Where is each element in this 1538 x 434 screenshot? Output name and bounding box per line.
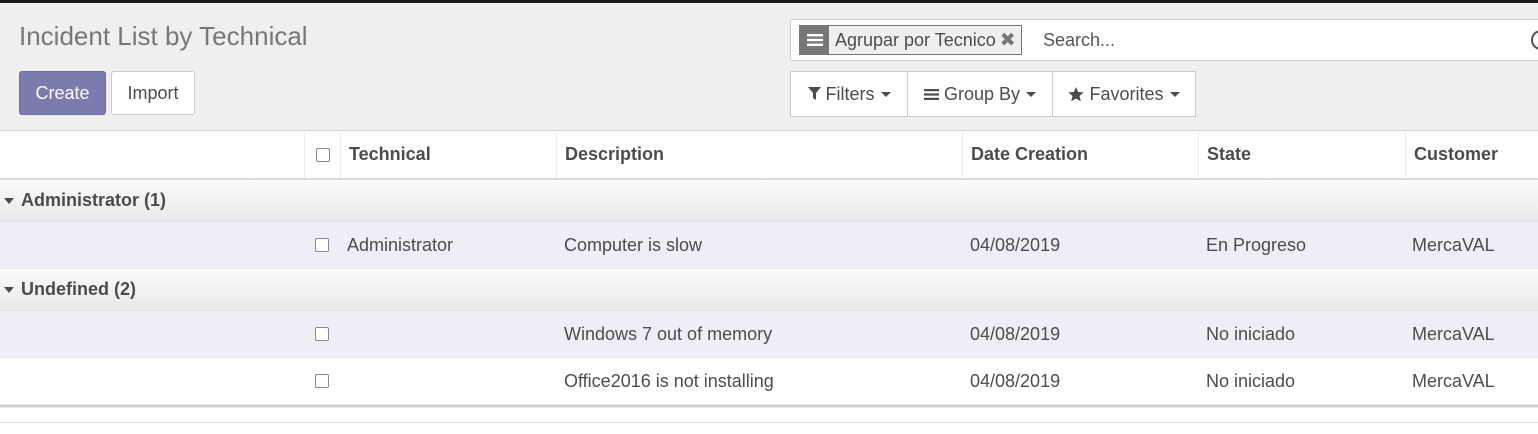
cell-description: Windows 7 out of memory [564,323,773,344]
cell-state: En Progreso [1206,234,1307,255]
chevron-down-icon [1169,91,1180,97]
cell-date-creation: 04/08/2019 [970,370,1061,391]
cell-technical: Administrator [347,234,454,255]
favorites-button[interactable]: Favorites [1052,71,1196,117]
row-checkbox[interactable] [315,374,329,388]
chevron-down-icon [880,91,891,97]
search-bar: Agrupar por Tecnico ✖ [790,19,1538,61]
incident-list: Technical Description Date Creation Stat… [0,131,1538,405]
row-checkbox[interactable] [315,238,329,252]
cell-customer: MercaVAL [1412,234,1495,255]
group-row-administrator[interactable]: Administrator (1) [0,180,1538,222]
column-header-state[interactable]: State [1198,131,1405,178]
select-all-checkbox[interactable] [315,147,330,162]
filter-icon [807,87,821,101]
row-checkbox[interactable] [315,327,329,341]
group-header: Undefined (2) [0,269,600,310]
group-row-undefined[interactable]: Undefined (2) [0,269,1538,311]
star-icon [1068,86,1085,102]
search-options: Filters Group By Favorites [790,71,1196,119]
column-header-customer[interactable]: Customer [1405,131,1538,178]
search-input[interactable] [1043,25,1503,55]
page-title: Incident List by Technical [19,21,308,51]
cell-description: Computer is slow [564,234,703,255]
column-header-technical[interactable]: Technical [340,131,556,178]
create-button[interactable]: Create [19,71,106,115]
search-facet: Agrupar por Tecnico ✖ [799,25,1022,55]
close-icon[interactable]: ✖ [1000,31,1021,50]
group-by-label: Group By [943,83,1021,104]
column-header-date-creation[interactable]: Date Creation [962,131,1198,178]
table-footer [0,407,1538,434]
filters-button[interactable]: Filters [790,71,908,117]
table-row[interactable]: Administrator Computer is slow 04/08/201… [0,222,1538,269]
table-row[interactable]: Office2016 is not installing 04/08/2019 … [0,358,1538,405]
row-checkbox-cell [304,222,340,268]
row-checkbox-cell [304,311,340,357]
caret-down-icon [4,286,14,293]
select-all-cell [304,131,340,178]
table-header: Technical Description Date Creation Stat… [0,131,1538,180]
search-facet-value: Agrupar por Tecnico [835,29,996,50]
cell-date-creation: 04/08/2019 [970,323,1061,344]
cell-date-creation: 04/08/2019 [970,234,1061,255]
row-checkbox-cell [304,358,340,404]
cell-state: No iniciado [1206,323,1296,344]
table-row[interactable]: Windows 7 out of memory 04/08/2019 No in… [0,311,1538,358]
group-header: Administrator (1) [0,180,600,221]
divider [0,422,1538,423]
favorites-label: Favorites [1089,83,1164,104]
filters-label: Filters [825,83,875,104]
chevron-down-icon [1026,91,1037,97]
cell-description: Office2016 is not installing [564,370,774,391]
cell-state: No iniciado [1206,370,1296,391]
import-button[interactable]: Import [111,71,195,115]
search-options-icon[interactable] [1531,30,1538,50]
list-icon [923,88,939,101]
control-panel: Incident List by Technical Create Import… [0,3,1538,131]
group-label: Administrator (1) [21,190,167,210]
caret-down-icon [4,197,14,204]
group-by-button[interactable]: Group By [907,71,1053,117]
list-icon [800,26,829,54]
cell-technical [340,311,556,357]
group-label: Undefined (2) [21,279,136,299]
cell-customer: MercaVAL [1412,323,1495,344]
column-header-description[interactable]: Description [556,131,962,178]
cell-technical [340,358,556,404]
cell-customer: MercaVAL [1412,370,1495,391]
